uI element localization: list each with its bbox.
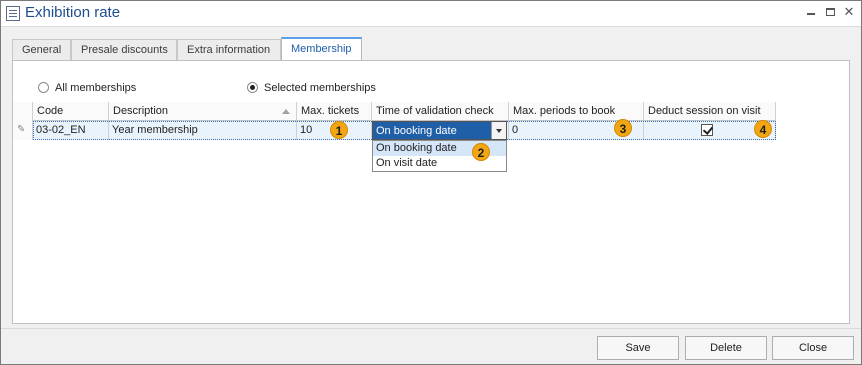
callout-badge-3: 3 <box>614 119 632 137</box>
column-header-description[interactable]: Description <box>109 102 297 121</box>
column-header-deduct-session-on-visit-label: Deduct session on visit <box>648 105 761 117</box>
minimize-button[interactable] <box>803 4 819 20</box>
row-indicator: ✎ <box>13 102 33 140</box>
minimize-icon <box>807 13 815 15</box>
callout-badge-1: 1 <box>330 121 348 139</box>
callout-badge-4: 4 <box>754 120 772 138</box>
close-button[interactable]: Close <box>772 336 854 360</box>
cell-code[interactable]: 03-02_EN <box>33 121 109 140</box>
pencil-icon: ✎ <box>17 124 26 135</box>
cell-description[interactable]: Year membership <box>109 121 297 140</box>
maximize-button[interactable] <box>823 4 839 20</box>
column-header-time-of-validation-check[interactable]: Time of validation check <box>372 102 509 121</box>
column-header-code[interactable]: Code <box>33 102 109 121</box>
column-header-time-of-validation-check-label: Time of validation check <box>376 105 494 117</box>
delete-button[interactable]: Delete <box>685 336 767 360</box>
column-header-description-label: Description <box>113 105 169 117</box>
chevron-down-icon <box>496 129 502 133</box>
tab-presale-discounts[interactable]: Presale discounts <box>71 39 177 61</box>
close-window-button[interactable]: ✕ <box>841 4 857 20</box>
radio-unchecked-icon <box>38 82 49 93</box>
window-title: Exhibition rate <box>25 4 121 21</box>
column-header-max-tickets-label: Max. tickets <box>301 105 360 117</box>
save-button[interactable]: Save <box>597 336 679 360</box>
maximize-icon <box>826 8 835 16</box>
deduct-session-checkbox[interactable] <box>701 124 713 136</box>
time-of-validation-check-value: On booking date <box>376 125 457 137</box>
column-header-code-label: Code <box>37 105 64 117</box>
close-icon: ✕ <box>843 4 855 19</box>
membership-panel: All memberships Selected memberships ✎ C… <box>12 60 850 324</box>
column-header-deduct-session-on-visit[interactable]: Deduct session on visit <box>644 102 776 121</box>
sort-ascending-icon <box>282 109 290 114</box>
tab-extra-information[interactable]: Extra information <box>177 39 281 61</box>
title-bar: Exhibition rate ✕ <box>1 1 861 27</box>
column-header-max-periods-to-book-label: Max. periods to book <box>513 105 616 117</box>
radio-checked-icon <box>247 82 258 93</box>
all-memberships-label: All memberships <box>55 82 137 94</box>
document-icon <box>6 6 20 21</box>
column-header-max-tickets[interactable]: Max. tickets <box>297 102 372 121</box>
exhibition-rate-window: Exhibition rate ✕ General Presale discou… <box>0 0 862 365</box>
tab-general[interactable]: General <box>12 39 71 61</box>
membership-grid: ✎ Code Description Max. tickets Time of … <box>13 102 776 140</box>
dropdown-arrow-button[interactable] <box>491 122 506 139</box>
callout-badge-2: 2 <box>472 143 490 161</box>
selected-memberships-label: Selected memberships <box>264 82 376 94</box>
time-of-validation-check-combo[interactable]: On booking date <box>372 121 507 140</box>
dialog-footer: Save Delete Close <box>1 328 861 364</box>
tab-membership[interactable]: Membership <box>281 37 362 61</box>
